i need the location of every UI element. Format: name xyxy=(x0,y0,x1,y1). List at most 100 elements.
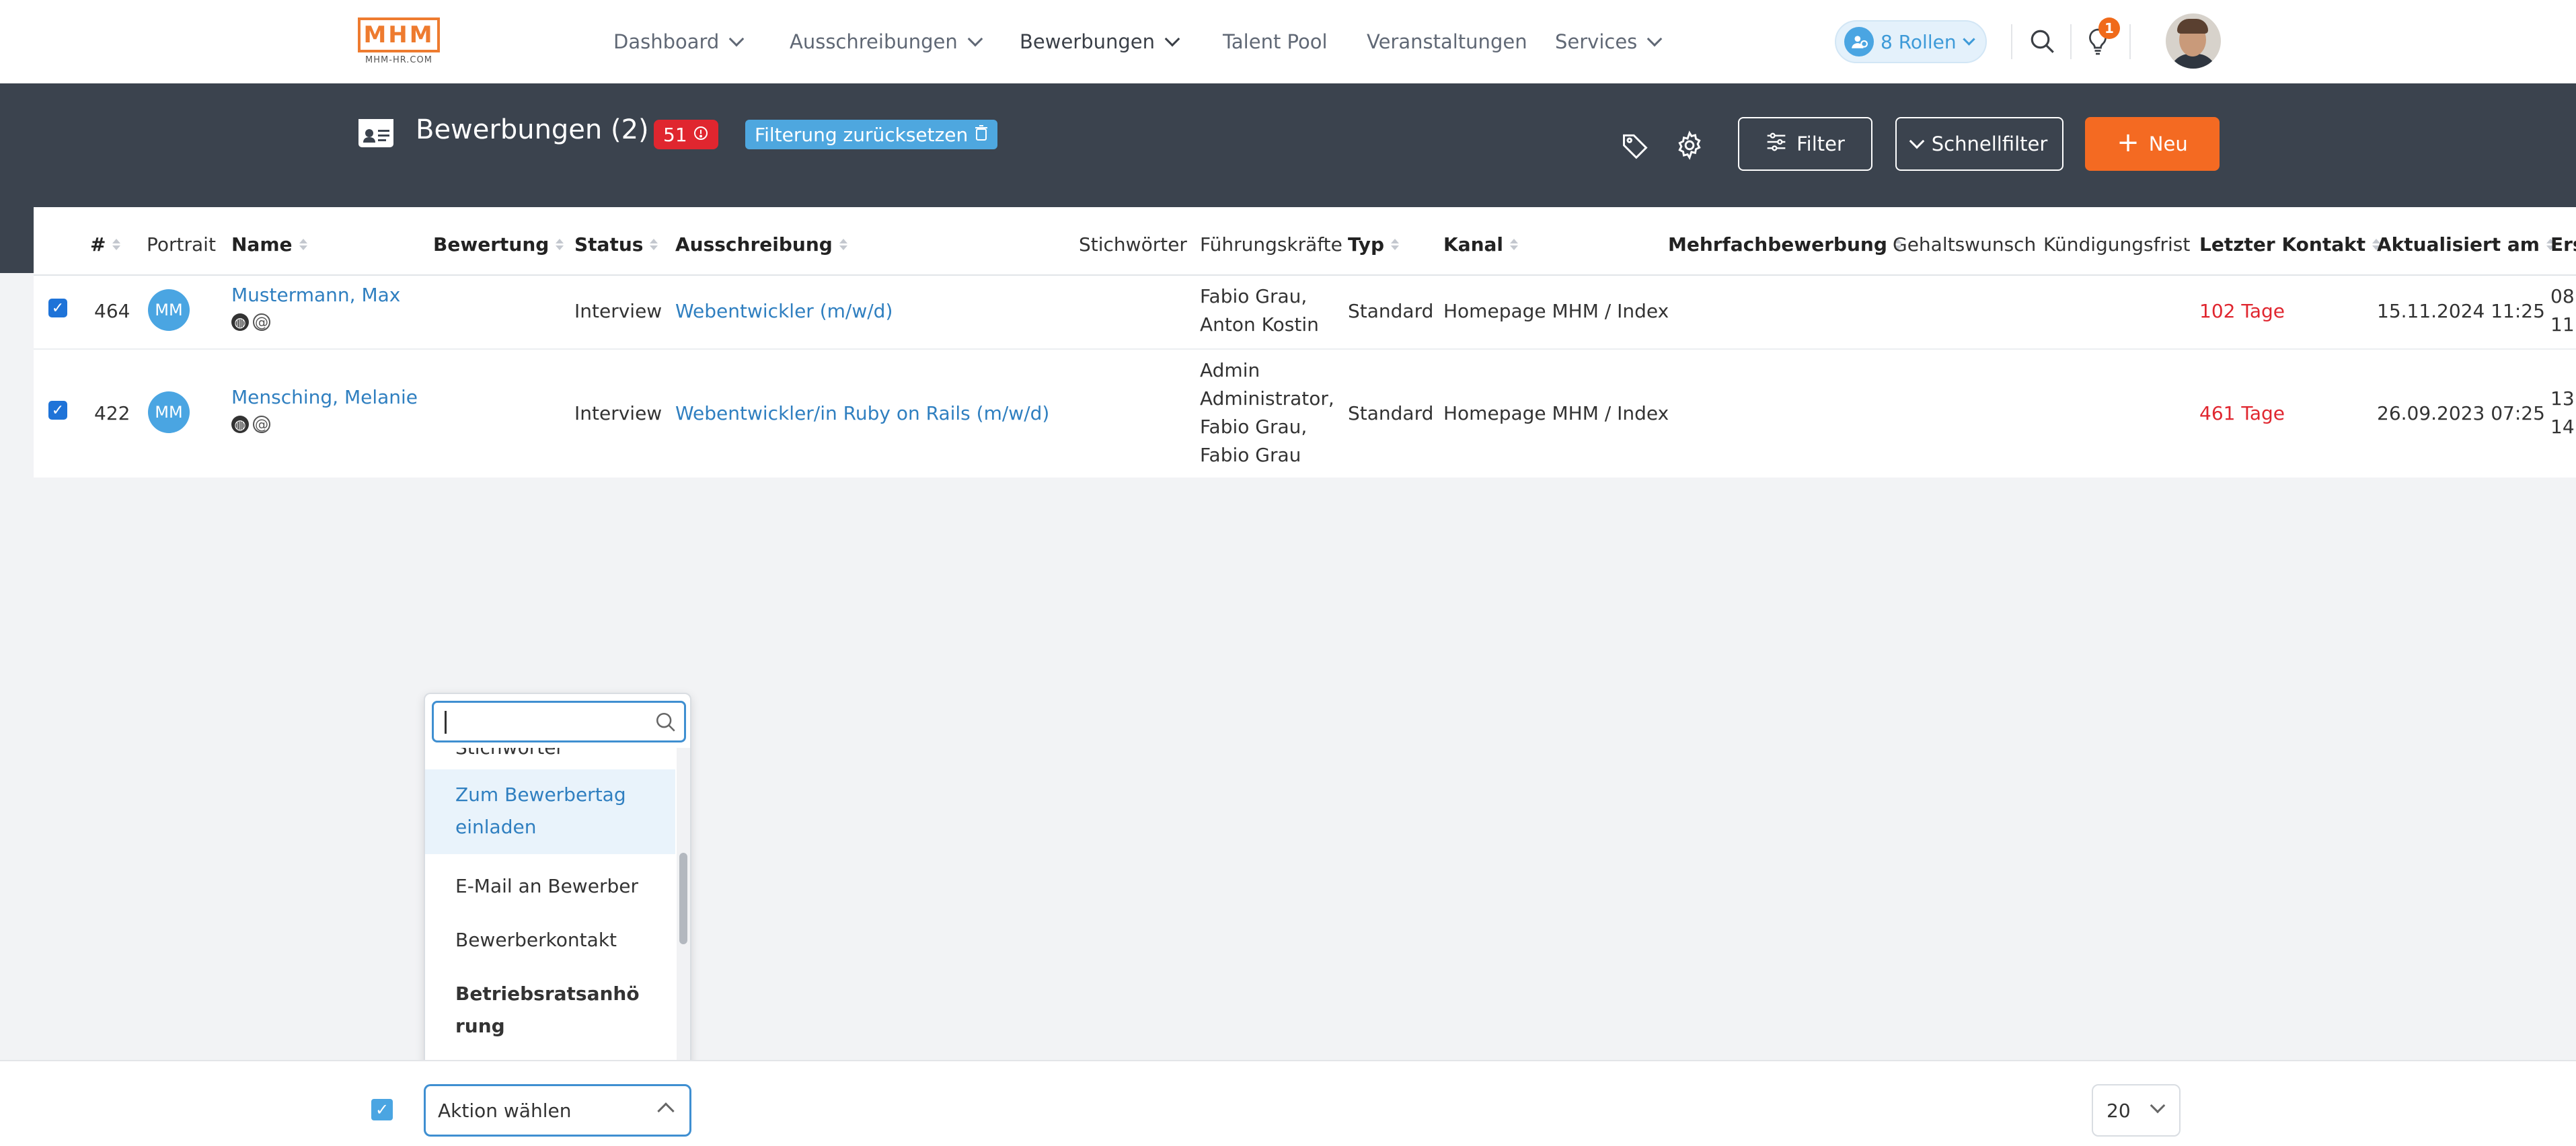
column-header-portrait: Portrait xyxy=(147,227,216,261)
avatar: MM xyxy=(148,391,190,433)
select-all-checkbox[interactable]: ✓ xyxy=(371,1099,393,1120)
sort-icon xyxy=(299,238,307,250)
roles-label: 8 Rollen xyxy=(1881,30,1957,53)
sort-icon xyxy=(650,238,658,250)
action-select[interactable]: Aktion wählen xyxy=(424,1084,691,1137)
tag-icon[interactable] xyxy=(1617,128,1653,163)
column-label: Stichwörter xyxy=(1079,233,1187,256)
user-avatar[interactable] xyxy=(2166,13,2221,69)
column-header-erstellt[interactable]: Ers xyxy=(2550,227,2576,261)
row-checkbox[interactable]: ✓ xyxy=(48,401,67,420)
bulk-action-bar: ✓ Aktion wählen 20 xyxy=(0,1060,2576,1146)
text-cursor xyxy=(445,711,447,734)
dropdown-scrollbar[interactable] xyxy=(677,748,690,1069)
last-contact-cell: 461 Tage xyxy=(2199,402,2285,424)
column-header-name[interactable]: Name xyxy=(231,227,307,261)
column-label: Typ xyxy=(1348,233,1385,256)
managers-line: Admin xyxy=(1200,359,1260,381)
filter-button[interactable]: Filter xyxy=(1738,117,1872,171)
nav-bewerbungen-label: Bewerbungen xyxy=(1020,30,1156,53)
filter-button-label: Filter xyxy=(1796,132,1845,155)
sort-icon xyxy=(1510,238,1519,250)
search-icon[interactable] xyxy=(2024,26,2061,58)
applications-table: # Portrait Name Bewertung Status Ausschr… xyxy=(34,207,2576,478)
type-cell: Standard xyxy=(1348,300,1434,322)
notification-badge: 1 xyxy=(2098,17,2120,39)
quickfilter-button[interactable]: Schnellfilter xyxy=(1895,117,2063,171)
status-cell: Interview xyxy=(574,402,662,424)
job-link[interactable]: Webentwickler/in Ruby on Rails (m/w/d) xyxy=(675,399,1049,428)
column-header-mehrfachbewerbung[interactable]: Mehrfachbewerbung xyxy=(1668,227,1902,261)
column-label: Gehaltswunsch xyxy=(1893,233,2037,256)
nav-talent-pool-label: Talent Pool xyxy=(1223,30,1328,53)
managers-line: Administrator, xyxy=(1200,387,1334,410)
created-cell: 13 xyxy=(2550,387,2575,410)
applicant-name-link[interactable]: Mustermann, Max xyxy=(231,281,400,309)
column-header-aktualisiert-am[interactable]: Aktualisiert am xyxy=(2377,227,2554,261)
job-link[interactable]: Webentwickler (m/w/d) xyxy=(675,297,893,326)
row-checkbox[interactable]: ✓ xyxy=(48,299,67,317)
top-navigation: MHM MHM-HR.COM Dashboard Ausschreibungen… xyxy=(0,0,2576,83)
warning-count-badge[interactable]: 51 xyxy=(654,120,718,149)
column-header-status[interactable]: Status xyxy=(574,227,658,261)
nav-services[interactable]: Services xyxy=(1555,27,1663,56)
contact-icons: ◍ @ xyxy=(231,416,270,433)
nav-dashboard[interactable]: Dashboard xyxy=(613,27,745,56)
column-header-gehaltswunsch: Gehaltswunsch xyxy=(1893,227,2036,261)
row-id: 464 xyxy=(94,300,130,322)
chevron-down-icon xyxy=(1962,32,1975,46)
action-option-betriebsrat[interactable]: Betriebsratsanhörung xyxy=(425,978,675,1042)
column-label: Portrait xyxy=(147,233,216,256)
avatar: MM xyxy=(148,289,190,331)
nav-veranstaltungen[interactable]: Veranstaltungen xyxy=(1367,27,1527,56)
chevron-down-icon xyxy=(1164,31,1180,47)
id-card-icon xyxy=(358,118,394,148)
chevron-down-icon xyxy=(729,31,745,47)
action-option-bewerbertag[interactable]: Zum Bewerbertag einladen xyxy=(425,769,675,854)
managers-line: Fabio Grau xyxy=(1200,444,1301,466)
action-select-value: Aktion wählen xyxy=(438,1099,572,1122)
page-size-select[interactable]: 20 xyxy=(2092,1084,2181,1137)
applicant-name-link[interactable]: Mensching, Melanie xyxy=(231,383,418,412)
nav-ausschreibungen[interactable]: Ausschreibungen xyxy=(790,27,983,56)
column-header-bewertung[interactable]: Bewertung xyxy=(433,227,564,261)
column-header-ausschreibung[interactable]: Ausschreibung xyxy=(675,227,847,261)
action-option-email[interactable]: E-Mail an Bewerber xyxy=(425,870,675,903)
reset-filter-button[interactable]: Filterung zurücksetzen xyxy=(745,120,998,149)
action-option-kontakt[interactable]: Bewerberkontakt xyxy=(425,924,675,956)
action-search-input[interactable] xyxy=(432,701,686,742)
new-button[interactable]: + Neu xyxy=(2085,117,2220,171)
nav-bewerbungen[interactable]: Bewerbungen xyxy=(1020,27,1180,56)
gear-icon[interactable] xyxy=(1672,128,1707,163)
column-label: Bewertung xyxy=(433,233,550,256)
channel-cell: Homepage MHM / Index xyxy=(1443,300,1669,322)
globe-icon: ◍ xyxy=(231,313,249,331)
nav-talent-pool[interactable]: Talent Pool xyxy=(1223,27,1328,56)
column-header-id[interactable]: # xyxy=(90,227,121,261)
column-header-fuehrungskraefte: Führungskräfte xyxy=(1200,227,1342,261)
column-label: Aktualisiert am xyxy=(2377,233,2540,256)
row-divider xyxy=(34,348,2576,350)
column-header-typ[interactable]: Typ xyxy=(1348,227,1400,261)
roles-selector[interactable]: 8 Rollen xyxy=(1835,20,1987,63)
chevron-down-icon xyxy=(967,31,983,47)
table-header-divider xyxy=(34,274,2576,276)
search-icon xyxy=(654,711,677,736)
chevron-down-icon xyxy=(1909,133,1925,149)
company-logo[interactable]: MHM MHM-HR.COM xyxy=(358,17,440,69)
scrollbar-thumb[interactable] xyxy=(679,853,687,944)
nav-divider xyxy=(2129,24,2131,59)
user-roles-icon xyxy=(1844,27,1874,56)
quickfilter-button-label: Schnellfilter xyxy=(1931,132,2048,155)
column-label: Status xyxy=(574,233,644,256)
updated-cell: 15.11.2024 11:25 xyxy=(2377,300,2545,322)
row-id: 422 xyxy=(94,402,130,424)
column-header-kanal[interactable]: Kanal xyxy=(1443,227,1519,261)
created-cell: 14 xyxy=(2550,416,2575,438)
alert-circle-icon xyxy=(693,124,709,146)
managers-line: Fabio Grau, xyxy=(1200,416,1308,438)
plus-icon: + xyxy=(2117,127,2139,158)
column-header-letzter-kontakt[interactable]: Letzter Kontakt xyxy=(2199,227,2381,261)
trash-icon xyxy=(975,124,988,146)
new-button-label: Neu xyxy=(2148,132,2188,155)
